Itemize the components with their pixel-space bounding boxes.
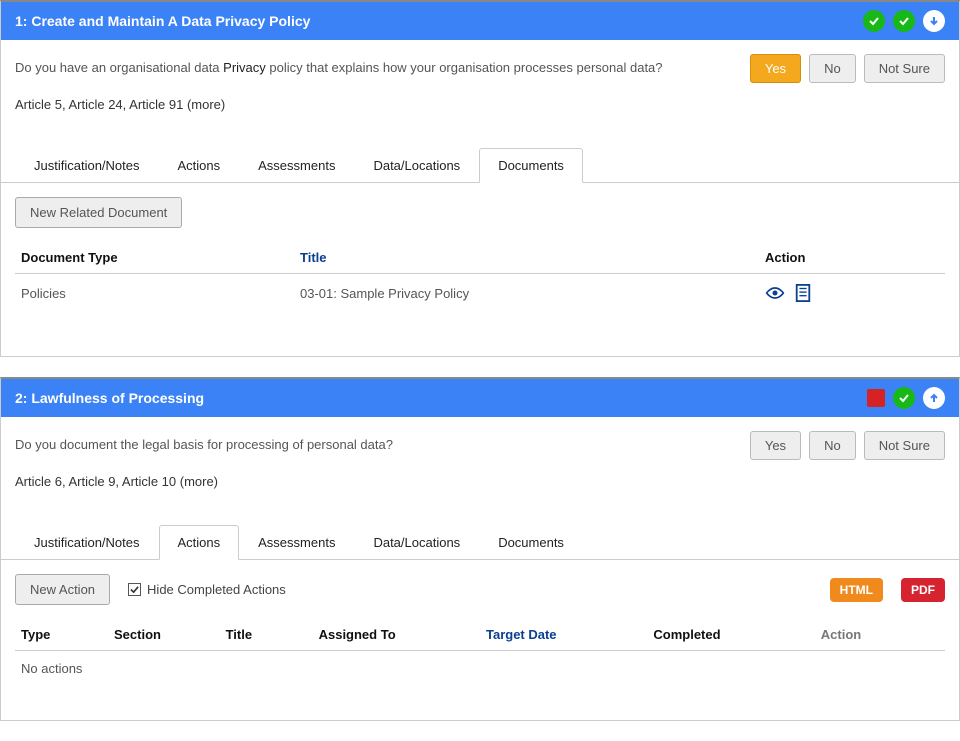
panel-1: 1: Create and Maintain A Data Privacy Po… [0, 0, 960, 357]
cell-doc-type: Policies [15, 274, 294, 313]
panel-2: 2: Lawfulness of Processing Do you docum… [0, 377, 960, 721]
table-row: Policies 03-01: Sample Privacy Policy [15, 274, 945, 313]
tab-actions[interactable]: Actions [159, 148, 240, 183]
panel-1-articles[interactable]: Article 5, Article 24, Article 91 (more) [15, 97, 945, 112]
panel-1-header: 1: Create and Maintain A Data Privacy Po… [1, 2, 959, 40]
new-action-button[interactable]: New Action [15, 574, 110, 605]
status-alert-icon [867, 389, 885, 407]
export-pdf-button[interactable]: PDF [901, 578, 945, 602]
answer-notsure-button[interactable]: Not Sure [864, 54, 945, 83]
tab-data-locations[interactable]: Data/Locations [354, 525, 479, 560]
question-text-pre: Do you have an organisational data [15, 60, 223, 75]
tab-assessments[interactable]: Assessments [239, 525, 354, 560]
answer-no-button[interactable]: No [809, 54, 856, 83]
question-text-post: policy that explains how your organisati… [266, 60, 663, 75]
col-assigned: Assigned To [313, 619, 480, 651]
actions-table: Type Section Title Assigned To Target Da… [15, 619, 945, 686]
question-highlight: Privacy [223, 60, 266, 75]
status-check-icon [893, 10, 915, 32]
panel-1-body: Do you have an organisational data Priva… [1, 40, 959, 128]
tab-justification[interactable]: Justification/Notes [15, 525, 159, 560]
answer-no-button[interactable]: No [809, 431, 856, 460]
tab-documents[interactable]: Documents [479, 148, 583, 183]
empty-message: No actions [15, 651, 945, 687]
col-action: Action [815, 619, 945, 651]
col-type: Type [15, 619, 108, 651]
answer-buttons: Yes No Not Sure [750, 54, 945, 83]
panel-2-header-icons [867, 387, 945, 409]
tab-documents[interactable]: Documents [479, 525, 583, 560]
answer-yes-button[interactable]: Yes [750, 431, 801, 460]
col-section: Section [108, 619, 220, 651]
status-check-icon [893, 387, 915, 409]
panel-1-title: 1: Create and Maintain A Data Privacy Po… [15, 13, 863, 29]
panel-1-question: Do you have an organisational data Priva… [15, 54, 740, 78]
answer-yes-button[interactable]: Yes [750, 54, 801, 83]
panel-2-tab-body: New Action Hide Completed Actions HTML P… [1, 560, 959, 720]
col-doc-action: Action [759, 242, 945, 274]
col-title: Title [220, 619, 313, 651]
status-check-icon [863, 10, 885, 32]
tab-justification[interactable]: Justification/Notes [15, 148, 159, 183]
panel-2-header: 2: Lawfulness of Processing [1, 379, 959, 417]
panel-2-question: Do you document the legal basis for proc… [15, 431, 740, 455]
panel-2-body: Do you document the legal basis for proc… [1, 417, 959, 505]
answer-notsure-button[interactable]: Not Sure [864, 431, 945, 460]
panel-1-tabs: Justification/Notes Actions Assessments … [1, 148, 959, 183]
panel-2-articles[interactable]: Article 6, Article 9, Article 10 (more) [15, 474, 945, 489]
view-icon[interactable] [765, 286, 785, 300]
panel-2-title: 2: Lawfulness of Processing [15, 390, 867, 406]
answer-buttons: Yes No Not Sure [750, 431, 945, 460]
panel-1-tab-body: New Related Document Document Type Title… [1, 183, 959, 356]
hide-completed-label: Hide Completed Actions [147, 582, 286, 597]
cell-doc-title: 03-01: Sample Privacy Policy [294, 274, 759, 313]
checkbox-icon [128, 583, 141, 596]
panel-1-header-icons [863, 10, 945, 32]
col-completed: Completed [647, 619, 814, 651]
document-icon[interactable] [795, 284, 811, 302]
table-row-empty: No actions [15, 651, 945, 687]
col-doc-type: Document Type [15, 242, 294, 274]
panel-2-tabs: Justification/Notes Actions Assessments … [1, 525, 959, 560]
collapse-down-icon[interactable] [923, 10, 945, 32]
hide-completed-checkbox[interactable]: Hide Completed Actions [128, 582, 286, 597]
new-related-document-button[interactable]: New Related Document [15, 197, 182, 228]
collapse-up-icon[interactable] [923, 387, 945, 409]
tab-data-locations[interactable]: Data/Locations [354, 148, 479, 183]
export-html-button[interactable]: HTML [830, 578, 883, 602]
tab-assessments[interactable]: Assessments [239, 148, 354, 183]
documents-table: Document Type Title Action Policies 03-0… [15, 242, 945, 312]
tab-actions[interactable]: Actions [159, 525, 240, 560]
col-target-date[interactable]: Target Date [480, 619, 647, 651]
col-doc-title[interactable]: Title [294, 242, 759, 274]
